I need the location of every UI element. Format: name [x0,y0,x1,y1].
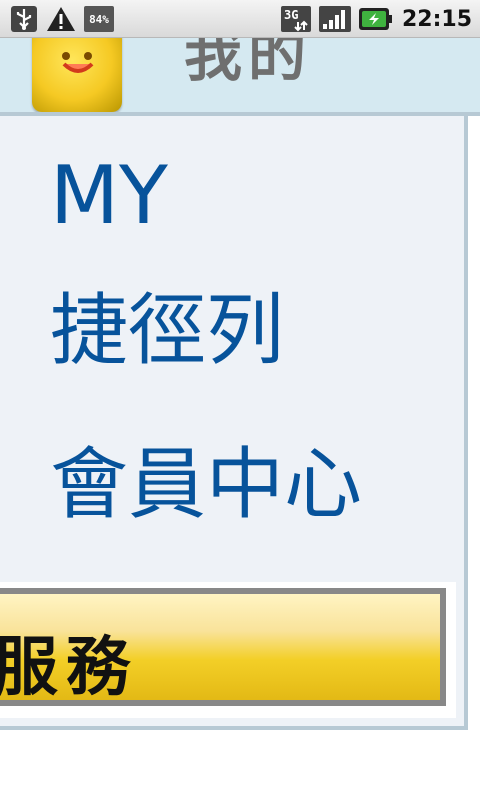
menu-item-shortcut-bar[interactable]: 捷徑列 [50,292,284,370]
avatar [32,38,122,112]
service-section: 服務 [0,582,456,718]
menu-item-my[interactable]: MY [50,156,168,236]
3g-data-icon: 3G [280,5,312,33]
warning-icon [46,5,76,33]
status-bar-clock: 22:15 [401,6,472,32]
battery-level-icon: 84% [84,6,114,32]
signal-strength-icon [318,5,352,33]
menu-item-member-center[interactable]: 會員中心 [50,446,362,524]
emoticon-face-icon [62,52,94,73]
menu-panel: MY 捷徑列 會員中心 服務 [0,116,468,730]
service-button-label: 服務 [0,631,138,705]
3g-data-label: 3G [284,8,298,22]
status-bar-left: 84% [10,5,114,33]
status-bar: 84% 3G 22:15 [0,0,480,38]
usb-icon [10,5,38,33]
page-title: 我的 [184,38,313,89]
service-button[interactable]: 服務 [0,588,446,706]
profile-header: 我的 [0,38,480,116]
battery-charging-icon [358,5,392,33]
status-bar-right: 3G 22:15 [280,5,472,33]
